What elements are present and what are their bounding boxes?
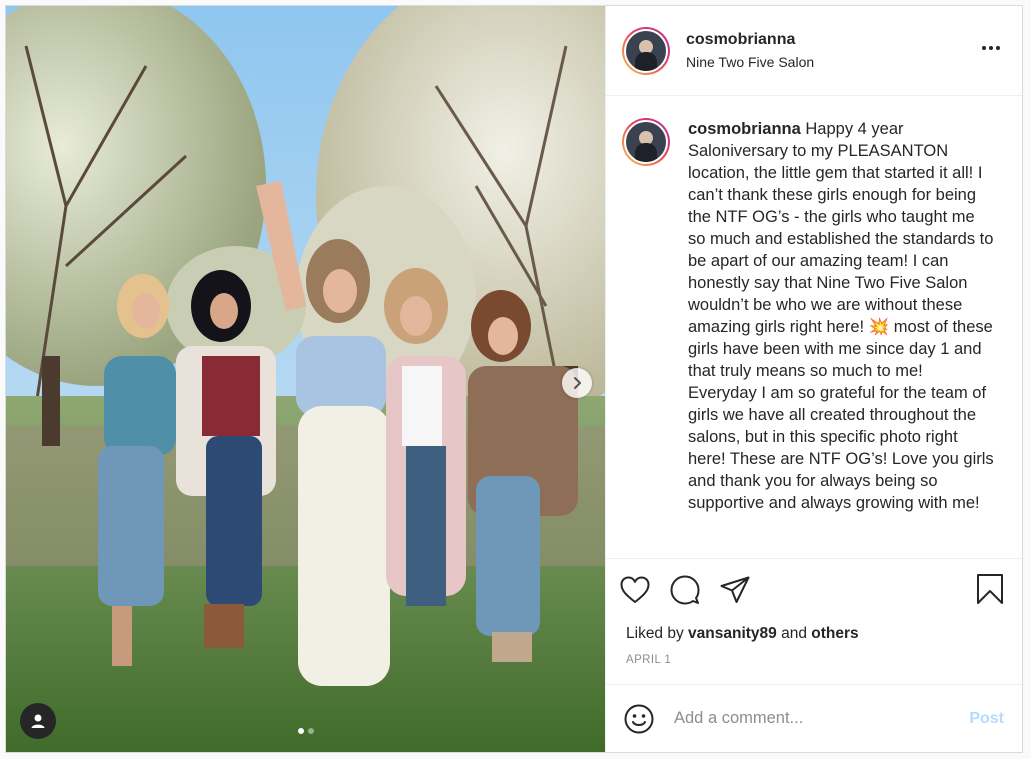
location-link[interactable]: Nine Two Five Salon (686, 54, 814, 70)
post-date[interactable]: APRIL 1 (606, 648, 1022, 684)
comment-button[interactable] (670, 570, 710, 610)
more-options-button[interactable] (980, 44, 1002, 52)
liked-by-user-link[interactable]: vansanity89 (688, 625, 777, 642)
carousel-dot-2 (307, 728, 314, 734)
post-photo[interactable] (6, 6, 605, 752)
avatar-image (624, 28, 668, 73)
likes-summary: Liked by vansanity89 and others (606, 620, 1022, 648)
avatar[interactable] (622, 26, 670, 75)
add-comment-form: Post (606, 684, 1022, 752)
chevron-right-icon (574, 377, 581, 389)
comments-section[interactable]: cosmobrianna Happy 4 year Saloniversary … (606, 96, 1022, 558)
avatar-image (624, 120, 668, 164)
liked-by-prefix: Liked by (626, 625, 684, 642)
emoji-button[interactable] (624, 703, 656, 735)
post-caption: cosmobrianna Happy 4 year Saloniversary … (688, 118, 994, 558)
share-icon (720, 576, 750, 603)
comment-icon (670, 575, 700, 604)
post-header: cosmobrianna Nine Two Five Salon (606, 6, 1022, 96)
carousel-next-button[interactable] (562, 368, 592, 398)
caption-text: Happy 4 year Saloniversary to my PLEASAN… (688, 120, 994, 512)
comment-input[interactable] (674, 709, 970, 728)
action-bar (606, 558, 1022, 620)
like-button[interactable] (620, 570, 660, 610)
post-card: cosmobrianna Nine Two Five Salon cosmobr… (5, 5, 1023, 753)
caption-username-link[interactable]: cosmobrianna (688, 120, 801, 138)
liked-by-others-link[interactable]: others (811, 625, 858, 642)
emoji-icon (624, 704, 654, 733)
liked-by-and: and (781, 625, 807, 642)
group-photo-image (6, 6, 605, 752)
carousel-indicator (6, 728, 605, 734)
post-comment-button[interactable]: Post (969, 710, 1004, 728)
share-button[interactable] (720, 570, 760, 610)
more-options-icon (982, 46, 986, 50)
bookmark-icon (977, 574, 1003, 604)
header-username-link[interactable]: cosmobrianna (686, 31, 814, 49)
carousel-dot-1 (297, 728, 304, 734)
heart-icon (620, 576, 650, 603)
save-button[interactable] (976, 573, 1004, 610)
caption-avatar[interactable] (622, 118, 670, 166)
post-details-panel: cosmobrianna Nine Two Five Salon cosmobr… (605, 6, 1022, 752)
